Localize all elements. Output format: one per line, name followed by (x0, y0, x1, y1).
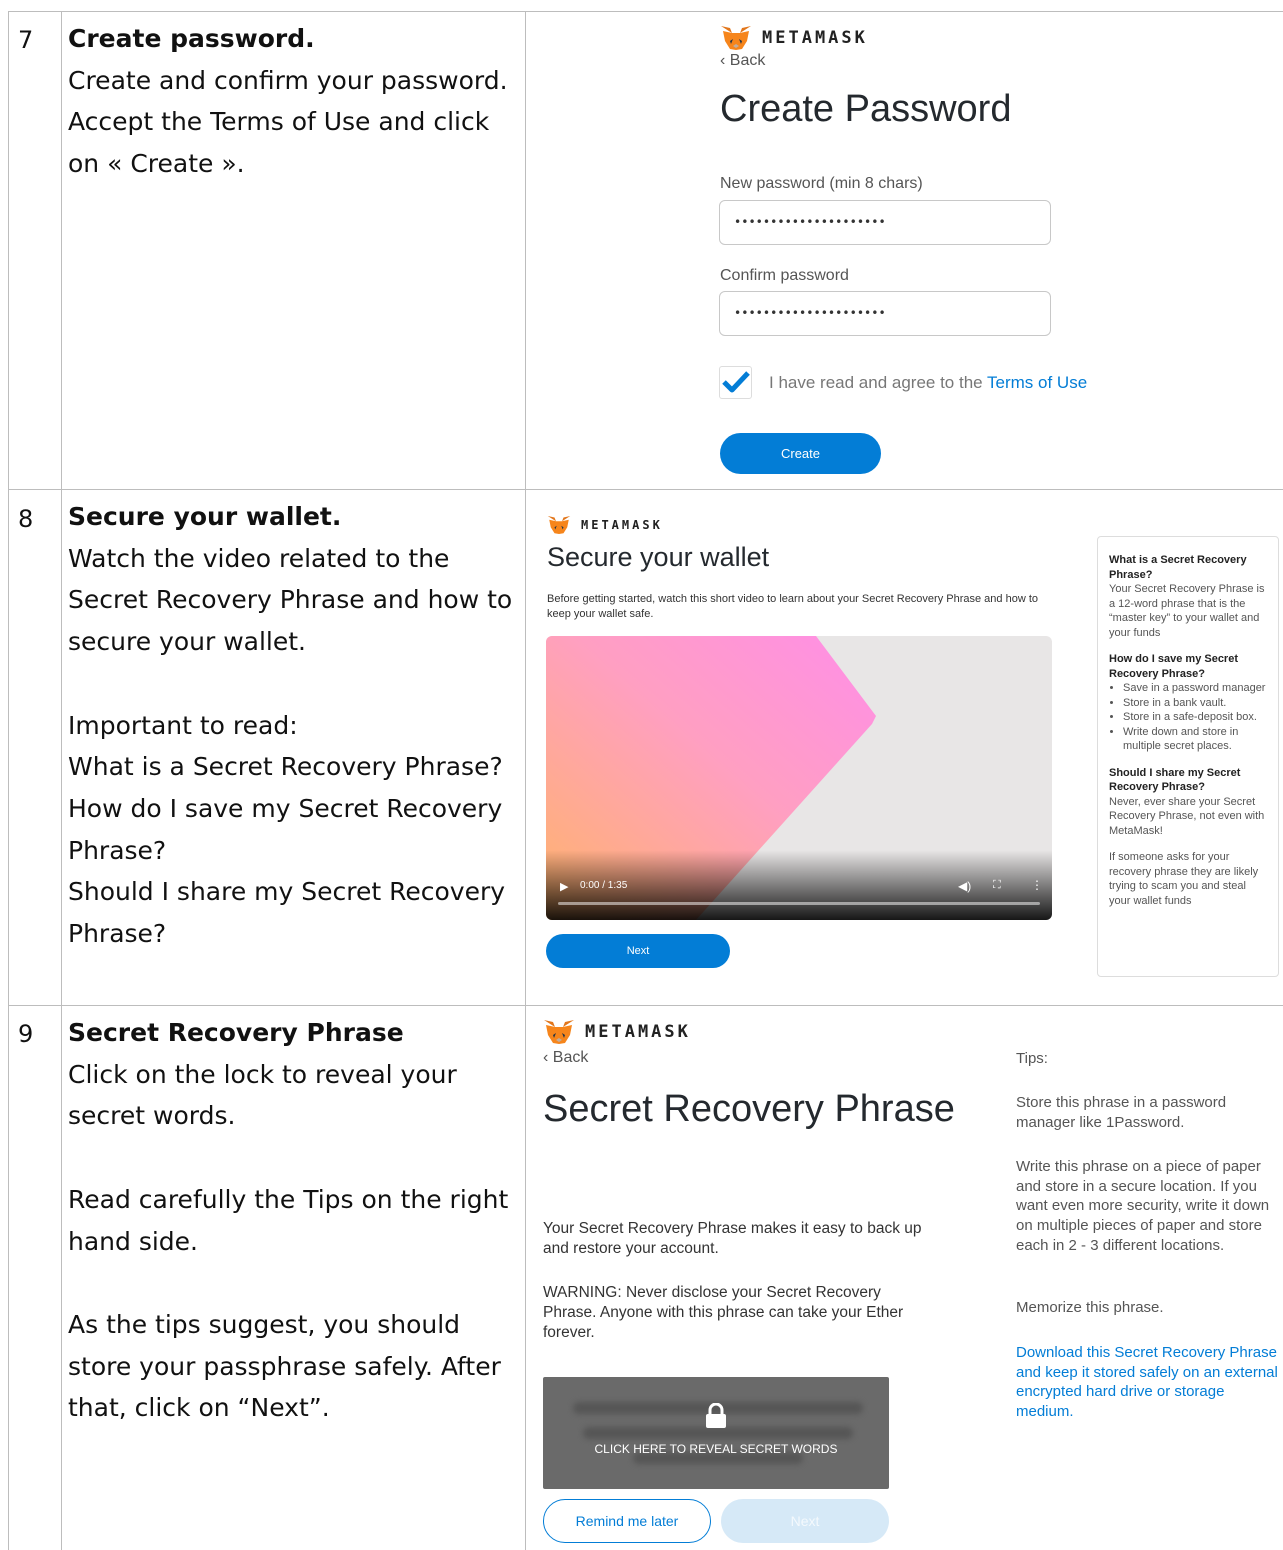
tip-text: Write this phrase on a piece of paper an… (1016, 1158, 1270, 1254)
row-divider (8, 1005, 1283, 1006)
confirm-password-label: Confirm password (720, 267, 849, 284)
video-player[interactable]: ▶ 0:00 / 1:35 ◀) ⛶ ⋮ (546, 636, 1052, 920)
back-link[interactable]: ‹ Back (543, 1049, 588, 1067)
play-icon[interactable]: ▶ (560, 880, 568, 893)
step-line: As the tips suggest, you should (68, 1309, 461, 1339)
create-button[interactable]: Create (720, 433, 881, 474)
step-line: Phrase? (68, 919, 167, 949)
lock-icon (706, 1403, 726, 1428)
confirm-password-field[interactable]: ••••••••••••••••••••• (719, 291, 1051, 336)
page-title: Secure your wallet (547, 542, 770, 572)
page-subtitle: Before getting started, watch this short… (547, 593, 1038, 620)
step-line: store your passphrase safely. After (68, 1351, 501, 1381)
step-line: Secret Recovery Phrase and how to (68, 585, 513, 615)
step-number: 7 (18, 26, 34, 54)
step-title: Secure your wallet. (68, 502, 342, 531)
step-line: Create and confirm your password. (68, 65, 508, 95)
step-description: Secure your wallet. Watch the video rela… (68, 496, 518, 955)
tips-label: Tips: (1016, 1050, 1048, 1067)
step-line: hand side. (68, 1226, 198, 1256)
step-description: Secret Recovery Phrase Click on the lock… (68, 1012, 518, 1429)
step-line: secret words. (68, 1101, 236, 1131)
terms-of-use-link[interactable]: Terms of Use (987, 373, 1087, 392)
phrase-description: Your Secret Recovery Phrase makes it eas… (543, 1220, 922, 1257)
tip-text: Memorize this phrase. (1016, 1299, 1164, 1316)
faq-tip: Write down and store in multiple secret … (1123, 725, 1268, 754)
faq-answer: Never, ever share your Secret Recovery P… (1109, 795, 1265, 837)
tip-text: Store this phrase in a password manager … (1016, 1094, 1227, 1131)
metamask-wordmark: METAMASK (585, 1022, 691, 1042)
step-description: Create password. Create and confirm your… (68, 18, 518, 185)
faq-tip: Store in a safe-deposit box. (1123, 710, 1268, 725)
download-phrase-link[interactable]: Download this Secret Recovery Phrase and… (1016, 1343, 1280, 1422)
video-time: 0:00 / 1:35 (580, 880, 628, 891)
metamask-fox-icon (544, 1020, 574, 1044)
step-number: 8 (18, 505, 34, 533)
faq-tip: Store in a bank vault. (1123, 696, 1268, 711)
step-line: that, click on “Next”. (68, 1393, 330, 1423)
step-line: Accept the Terms of Use and click (68, 107, 490, 137)
metamask-wordmark: METAMASK (581, 518, 663, 532)
remind-me-later-button[interactable]: Remind me later (543, 1499, 711, 1543)
next-button[interactable]: Next (546, 934, 730, 968)
faq-question: How do I save my Secret Recovery Phrase? (1109, 653, 1238, 680)
row-divider (8, 489, 1283, 490)
metamask-fox-icon (721, 26, 751, 50)
faq-tip: Save in a password manager (1123, 681, 1268, 696)
step-line: Phrase? (68, 835, 167, 865)
step-title: Secret Recovery Phrase (68, 1018, 404, 1047)
terms-agreement-text: I have read and agree to the (769, 373, 988, 392)
next-button[interactable]: Next (721, 1499, 889, 1543)
reveal-secret-words-text: CLICK HERE TO REVEAL SECRET WORDS (594, 1442, 838, 1456)
metamask-logo: METAMASK (720, 25, 868, 51)
step-number: 9 (18, 1020, 34, 1048)
column-divider (525, 11, 526, 1550)
step-line: Click on the lock to reveal your (68, 1059, 457, 1089)
terms-agreement: I have read and agree to the Terms of Us… (769, 373, 1087, 393)
step-title: Create password. (68, 24, 315, 53)
back-link[interactable]: ‹ Back (720, 52, 765, 70)
phrase-warning: WARNING: Never disclose your Secret Reco… (543, 1284, 904, 1341)
new-password-field[interactable]: ••••••••••••••••••••• (719, 200, 1051, 245)
new-password-label: New password (min 8 chars) (720, 175, 923, 192)
page-title: Create Password (720, 88, 1012, 130)
faq-question: What is a Secret Recovery Phrase? (1109, 554, 1247, 581)
faq-answer: If someone asks for your recovery phrase… (1109, 851, 1259, 907)
table-border-top (8, 11, 1283, 12)
reveal-secret-words-box[interactable]: CLICK HERE TO REVEAL SECRET WORDS (543, 1377, 889, 1489)
step-line: How do I save my Secret Recovery (68, 793, 503, 823)
step-line: What is a Secret Recovery Phrase? (68, 752, 503, 782)
checkmark-icon (722, 371, 750, 393)
step-line: secure your wallet. (68, 627, 307, 657)
column-divider (61, 11, 62, 1550)
step-line: on « Create ». (68, 149, 245, 179)
faq-sidebar: What is a Secret Recovery Phrase? Your S… (1097, 536, 1279, 977)
video-progress-bar[interactable] (558, 902, 1040, 905)
metamask-logo: METAMASK (547, 515, 663, 535)
faq-tip-list: Save in a password manager Store in a ba… (1123, 681, 1268, 754)
page-title: Secret Recovery Phrase (543, 1088, 955, 1130)
more-options-icon[interactable]: ⋮ (1031, 878, 1043, 892)
step-line: Important to read: (68, 710, 298, 740)
metamask-fox-icon (547, 516, 571, 534)
faq-question: Should I share my Secret Recovery Phrase… (1109, 766, 1241, 794)
step-line: Watch the video related to the (68, 543, 450, 573)
table-border-left (8, 11, 9, 1550)
volume-icon[interactable]: ◀) (958, 879, 971, 893)
fullscreen-icon[interactable]: ⛶ (993, 879, 1001, 892)
metamask-wordmark: METAMASK (762, 28, 868, 48)
step-line: Should I share my Secret Recovery (68, 877, 506, 907)
metamask-logo: METAMASK (543, 1019, 691, 1045)
terms-checkbox[interactable] (719, 366, 752, 399)
step-line: Read carefully the Tips on the right (68, 1184, 509, 1214)
faq-answer: Your Secret Recovery Phrase is a 12-word… (1109, 583, 1265, 639)
